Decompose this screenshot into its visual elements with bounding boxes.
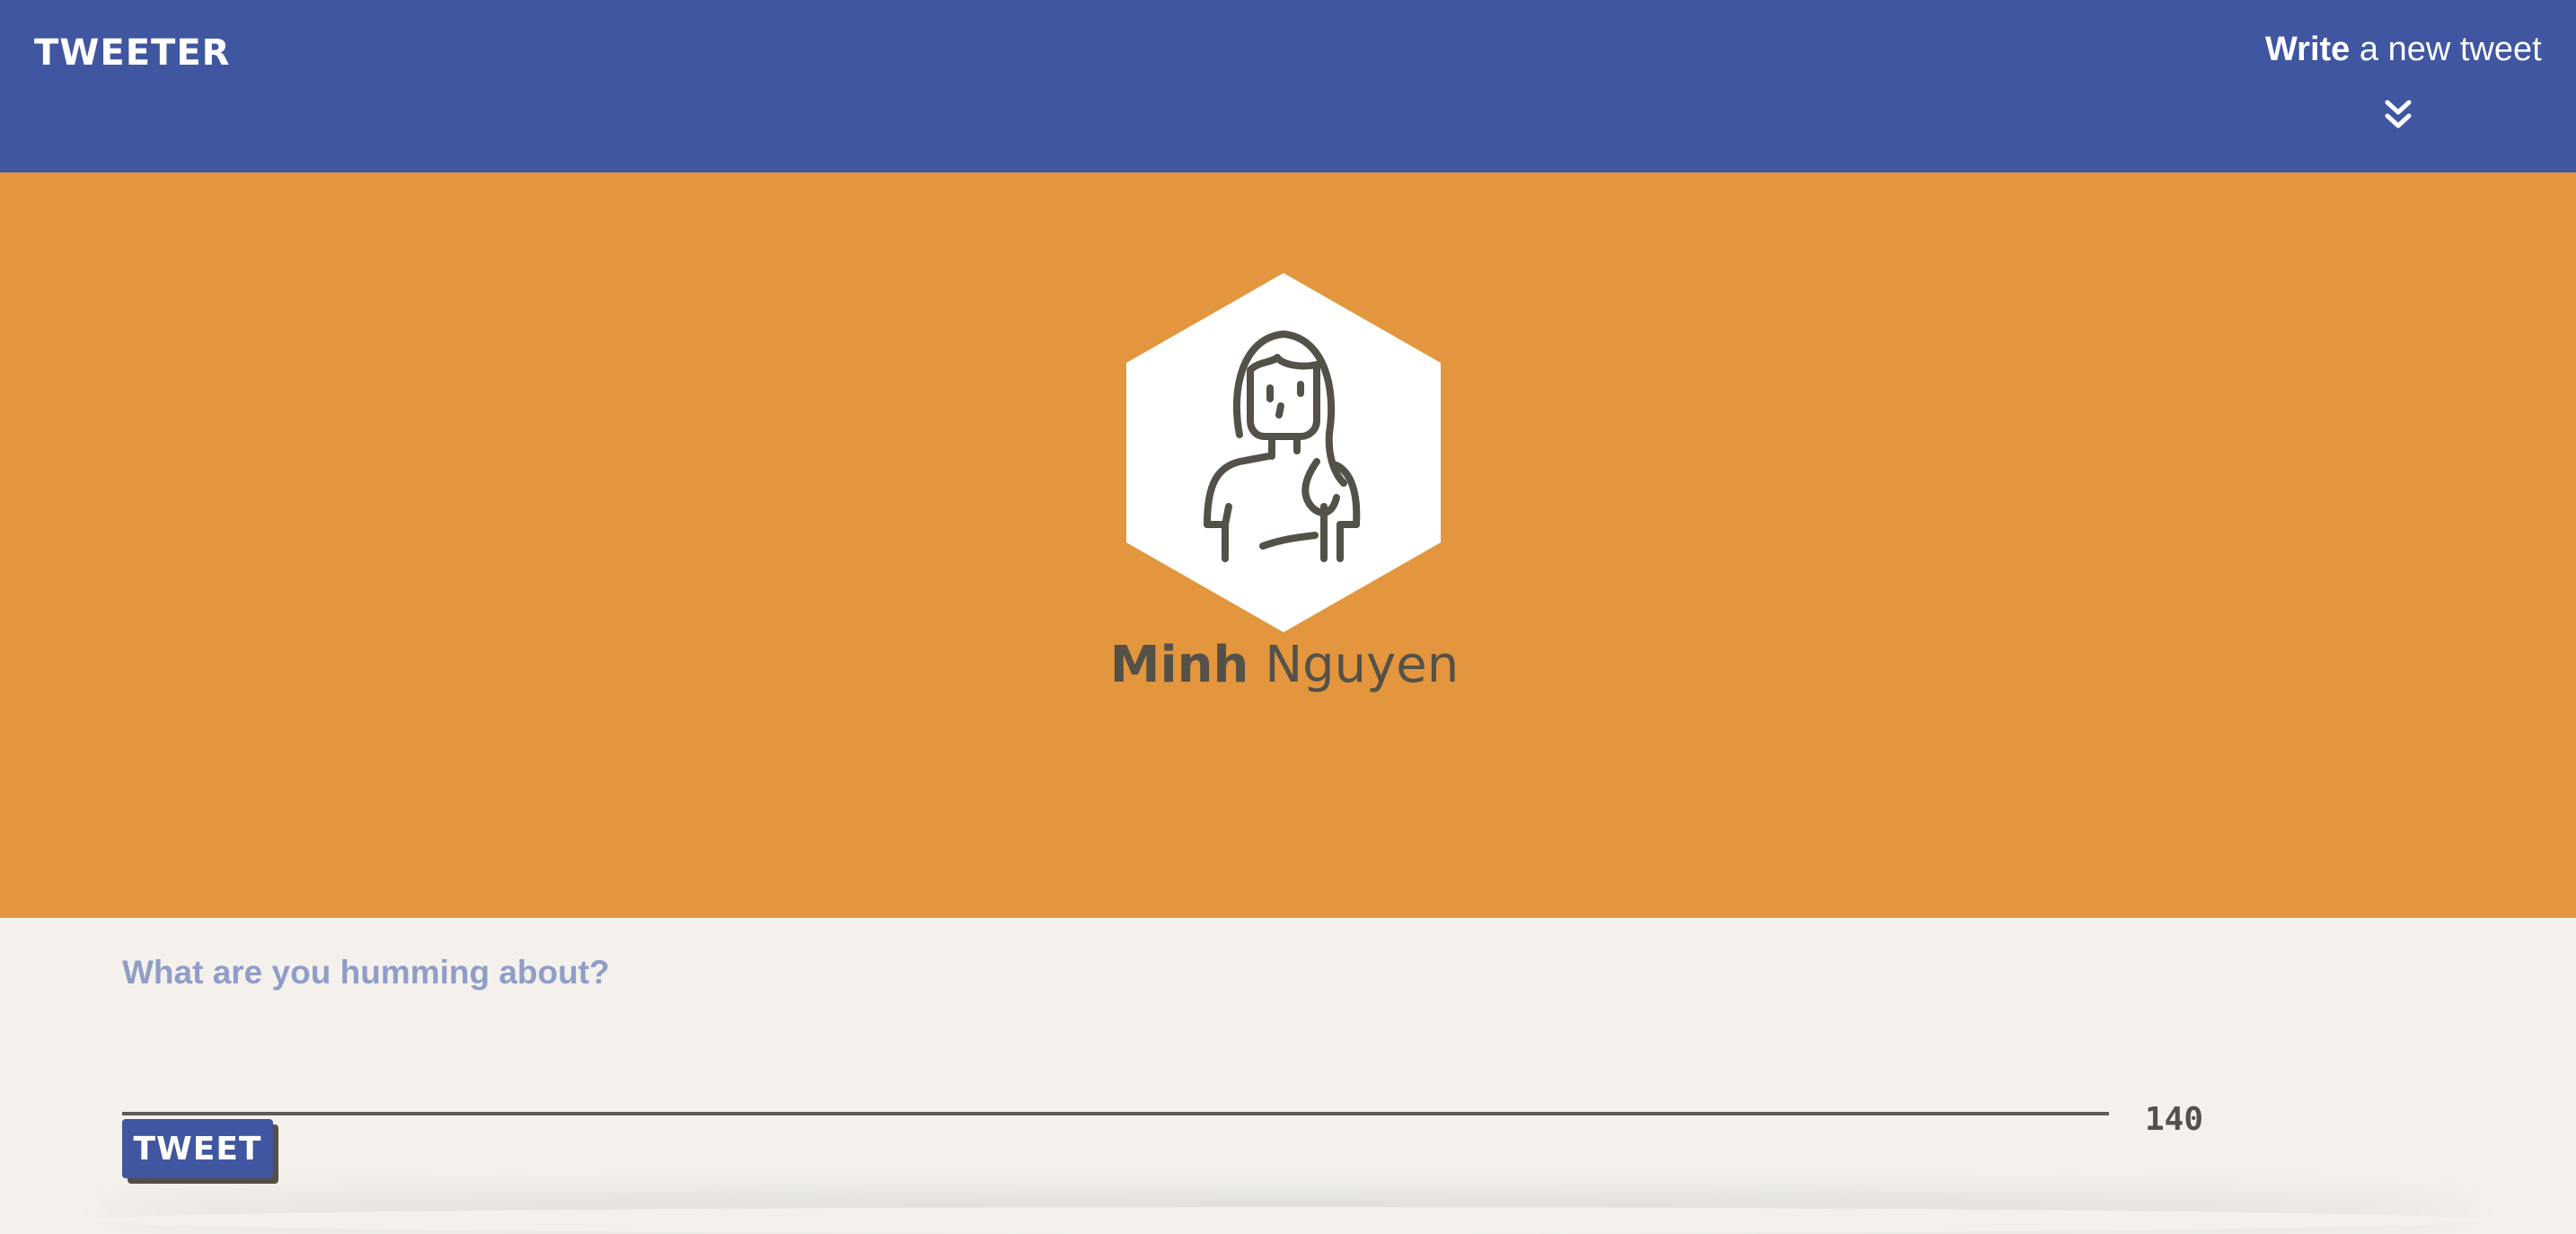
user-first-name: Minh xyxy=(1109,636,1249,694)
user-avatar-icon xyxy=(1126,273,1441,632)
avatar xyxy=(1125,271,1442,634)
compose-tweet-section: TWEET 140 xyxy=(0,918,2576,1216)
write-new-tweet-label: Write a new tweet xyxy=(2265,31,2542,68)
double-chevron-down-icon xyxy=(2385,100,2412,128)
character-counter: 140 xyxy=(2145,1101,2204,1138)
user-last-name: Nguyen xyxy=(1265,636,1460,694)
tweet-text-input[interactable] xyxy=(122,954,2109,1115)
top-nav: TWEETER Write a new tweet xyxy=(0,0,2576,172)
brand-logo[interactable]: TWEETER xyxy=(34,32,230,74)
profile-header: Minh Nguyen xyxy=(0,172,2576,918)
tweet-list-shadow xyxy=(90,1207,2486,1234)
write-new-tweet-toggle[interactable]: Write a new tweet xyxy=(2265,31,2542,138)
tweet-submit-button[interactable]: TWEET xyxy=(122,1119,273,1178)
user-full-name: Minh Nguyen xyxy=(0,636,2569,694)
